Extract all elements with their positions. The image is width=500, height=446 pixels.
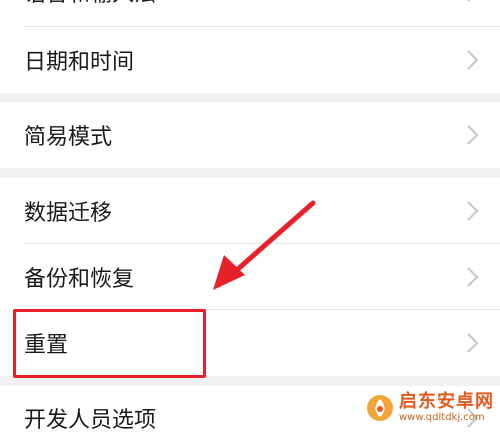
watermark-name: 启东安卓网 bbox=[399, 391, 494, 412]
watermark-logo-icon bbox=[367, 395, 393, 421]
watermark-url: www.qdltdkj.com bbox=[399, 412, 485, 423]
watermark: 启东安卓网 www.qdltdkj.com bbox=[365, 393, 494, 423]
red-arrow-annotation bbox=[213, 200, 316, 290]
